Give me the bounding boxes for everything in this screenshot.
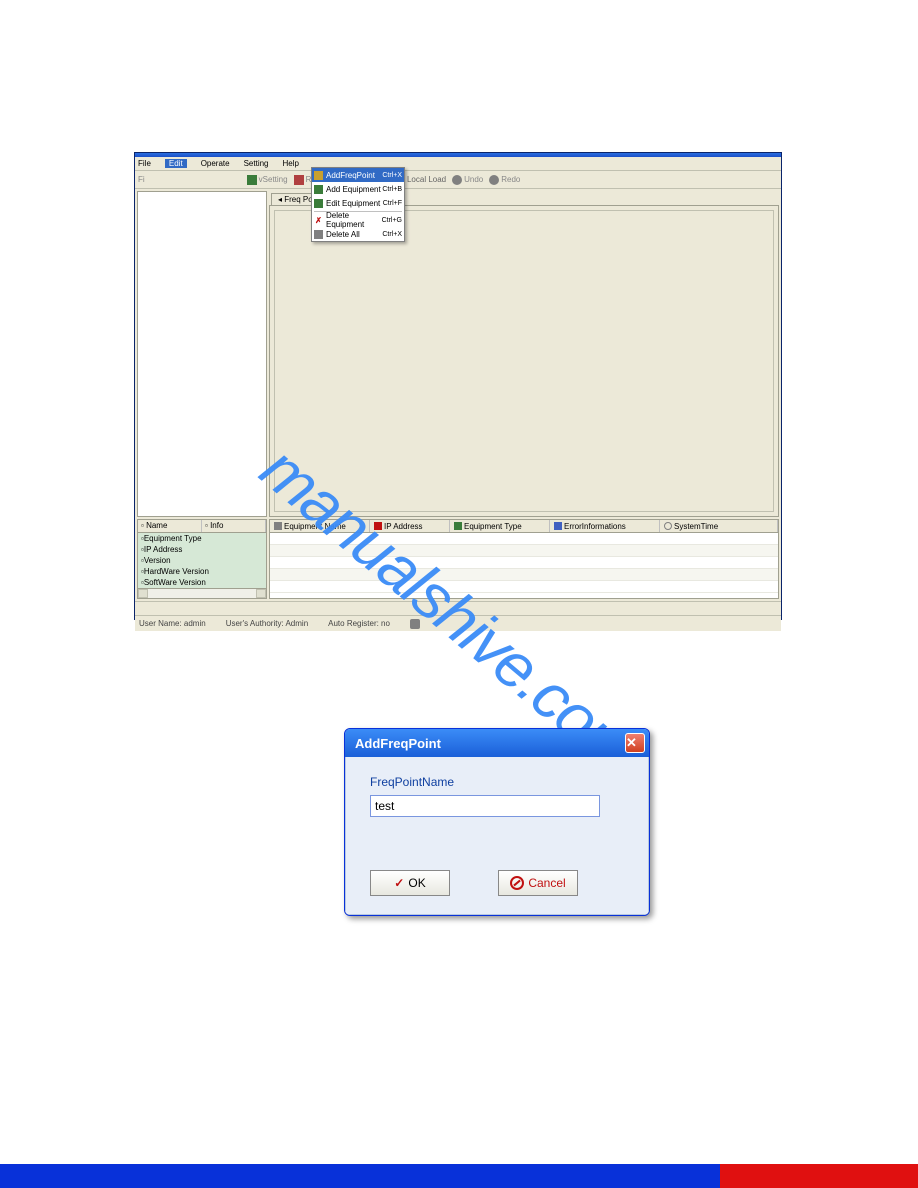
status-authority: User's Authority: Admin (226, 619, 308, 628)
footer-bar-red (720, 1164, 918, 1188)
editequipment-icon (314, 199, 323, 208)
restart-icon (294, 175, 304, 185)
status-register: Auto Register: no (328, 619, 390, 628)
tb-redo[interactable]: Redo (489, 175, 520, 185)
redo-icon (489, 175, 499, 185)
ok-button[interactable]: ✓ OK (370, 870, 450, 896)
body-area: ◂ Freq Point (135, 189, 781, 519)
menubar: File Edit Operate Setting Help (135, 157, 781, 171)
blank-strip (135, 601, 781, 615)
addfreqpoint-icon (314, 171, 323, 180)
col-ip[interactable]: IP Address (370, 520, 450, 532)
col-equipment-name[interactable]: Equipment Name (270, 520, 370, 532)
table-row[interactable] (270, 581, 778, 593)
cancel-icon (510, 876, 524, 890)
prop-row[interactable]: ▫Equipment Type (138, 533, 266, 544)
menu-help[interactable]: Help (283, 159, 299, 168)
dialog-body: FreqPointName ✓ OK Cancel (345, 757, 649, 915)
scroll-left-button[interactable] (138, 589, 148, 598)
error-icon (554, 522, 562, 530)
menu-edit[interactable]: Edit (165, 159, 187, 168)
clock-icon (664, 522, 672, 530)
menu-operate[interactable]: Operate (201, 159, 230, 168)
addequipment-icon (314, 185, 323, 194)
addfreqpoint-dialog: AddFreqPoint ✕ FreqPointName ✓ OK Cancel (344, 728, 650, 916)
grid-panel: Equipment Name IP Address Equipment Type… (269, 519, 779, 599)
toolbar: Fi vSetting Restart Local Save Local Loa… (135, 171, 781, 189)
menu-item-addequipment[interactable]: Add Equipment Ctrl+B (312, 182, 404, 196)
close-button[interactable]: ✕ (625, 733, 645, 753)
canvas-inner (274, 210, 774, 512)
grid-body[interactable] (269, 533, 779, 599)
col-info[interactable]: ▫ Info (202, 520, 266, 532)
delete-icon: ✗ (314, 216, 323, 225)
cancel-button[interactable]: Cancel (498, 870, 578, 896)
col-error[interactable]: ErrorInformations (550, 520, 660, 532)
status-user: User Name: admin (139, 619, 206, 628)
prop-row[interactable]: ▫Version (138, 555, 266, 566)
ip-icon (374, 522, 382, 530)
undo-icon (452, 175, 462, 185)
properties-body: ▫Equipment Type ▫IP Address ▫Version ▫Ha… (137, 533, 267, 589)
dialog-buttons: ✓ OK Cancel (370, 870, 578, 896)
type-icon (454, 522, 462, 530)
dialog-title: AddFreqPoint (355, 736, 625, 751)
prop-row[interactable]: ▫IP Address (138, 544, 266, 555)
col-systemtime[interactable]: SystemTime (660, 520, 778, 532)
footer-bar-blue (0, 1164, 720, 1188)
table-row[interactable] (270, 557, 778, 569)
trash-icon (314, 230, 323, 239)
table-row[interactable] (270, 569, 778, 581)
lower-panels: ▫ Name ▫ Info ▫Equipment Type ▫IP Addres… (135, 519, 781, 601)
scroll-track[interactable] (148, 589, 256, 598)
properties-header: ▫ Name ▫ Info (137, 519, 267, 533)
canvas (269, 205, 779, 517)
tb-setting[interactable]: vSetting (247, 175, 288, 185)
prop-row[interactable]: ▫SoftWare Version (138, 577, 266, 588)
col-equipment-type[interactable]: Equipment Type (450, 520, 550, 532)
menu-file[interactable]: File (138, 159, 151, 168)
menu-item-editequipment[interactable]: Edit Equipment Ctrl+F (312, 196, 404, 210)
col-name[interactable]: ▫ Name (138, 520, 202, 532)
check-icon: ✓ (394, 876, 404, 890)
menu-setting[interactable]: Setting (244, 159, 269, 168)
grid-header: Equipment Name IP Address Equipment Type… (269, 519, 779, 533)
properties-panel: ▫ Name ▫ Info ▫Equipment Type ▫IP Addres… (137, 519, 267, 599)
gear-icon (247, 175, 257, 185)
tree-panel[interactable] (137, 191, 267, 517)
main-window: File Edit Operate Setting Help Fi vSetti… (134, 152, 782, 620)
menu-item-addfreqpoint[interactable]: AddFreqPoint Ctrl+X (312, 168, 404, 182)
prop-row[interactable]: ▫HardWare Version (138, 566, 266, 577)
table-row[interactable] (270, 545, 778, 557)
list-icon (274, 522, 282, 530)
properties-scrollbar[interactable] (137, 589, 267, 599)
menu-item-deleteequipment[interactable]: ✗ Delete Equipment Ctrl+G (312, 213, 404, 227)
tb-undo[interactable]: Undo (452, 175, 483, 185)
scroll-right-button[interactable] (256, 589, 266, 598)
freqpointname-label: FreqPointName (370, 775, 624, 789)
status-icon (410, 619, 420, 629)
close-icon: ✕ (626, 735, 644, 751)
menu-item-deleteall[interactable]: Delete All Ctrl+X (312, 227, 404, 241)
edit-dropdown: AddFreqPoint Ctrl+X Add Equipment Ctrl+B… (311, 167, 405, 242)
table-row[interactable] (270, 533, 778, 545)
freqpointname-input[interactable] (370, 795, 600, 817)
dialog-titlebar[interactable]: AddFreqPoint ✕ (345, 729, 649, 757)
tb-fi: Fi (138, 175, 145, 184)
statusbar: User Name: admin User's Authority: Admin… (135, 615, 781, 631)
